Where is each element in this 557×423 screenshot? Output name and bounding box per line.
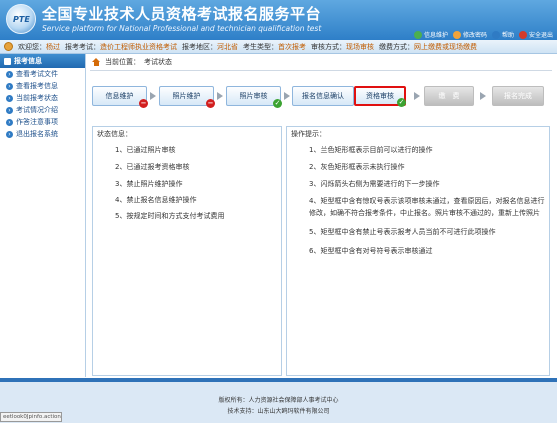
arrow-right-icon xyxy=(150,92,156,100)
status-line: 3、禁止照片维护操作 xyxy=(115,180,183,188)
status-line: 1、已通过照片审核 xyxy=(115,146,176,154)
sidebar-item-label: 查看报考信息 xyxy=(16,82,58,90)
arrow-circle-icon: › xyxy=(6,94,13,102)
footer: 版权所有：人力资源社会保障部人事考试中心 技术支持：山东山大鸥玛软件有限公司 xyxy=(0,382,557,423)
site-title: 全国专业技术人员资格考试报名服务平台 xyxy=(42,5,322,23)
breadcrumb: 当前位置： 考试状态 xyxy=(92,56,172,68)
step-label: 资格审核 xyxy=(366,92,394,100)
status-line: 5、按规定时间和方式支付考试费用 xyxy=(115,212,225,220)
info-review-method: 审核方式：现场审核 xyxy=(311,42,374,51)
progress-steps: 信息维护 − 照片维护 − 照片审核 ✓ 报名信息确认 资格审核 ✓ 缴 费 报… xyxy=(92,86,548,112)
site-subtitle: Service platform for National Profession… xyxy=(42,24,322,33)
sidebar-title-label: 报考信息 xyxy=(14,57,42,65)
status-panel: 状态信息： 1、已通过照片审核 2、已通过报考资格审核 3、禁止照片维护操作 4… xyxy=(92,126,282,376)
status-line: 4、禁止报名信息维护操作 xyxy=(115,196,197,204)
sidebar-item-label: 当前报考状态 xyxy=(16,94,58,102)
sidebar-item-label: 查看考试文件 xyxy=(16,70,58,78)
link-info-maintain[interactable]: 信息维护 xyxy=(413,30,448,39)
sidebar-item-exit-system[interactable]: › 退出报名系统 xyxy=(0,128,85,140)
link-logout-label: 安全退出 xyxy=(528,32,553,39)
status-panel-title: 状态信息： xyxy=(97,130,132,138)
tip-line: 4、矩型框中含有惊叹号表示该项审核未通过，查看原因后，对报名信息进行修改，如确不… xyxy=(309,197,545,217)
site-logo: PTE xyxy=(6,4,36,34)
sidebar: 报考信息 › 查看考试文件 › 查看报考信息 › 当前报考状态 › 考试情况介绍… xyxy=(0,54,86,377)
sidebar-item-label: 考试情况介绍 xyxy=(16,106,58,114)
step-qualification-review[interactable]: 资格审核 ✓ xyxy=(354,86,406,107)
arrow-right-icon xyxy=(217,92,223,100)
link-logout[interactable]: 安全退出 xyxy=(518,30,553,39)
tips-panel: 操作提示： 1、兰色矩形框表示目前可以进行的操作 2、灰色矩形框表示未执行操作 … xyxy=(286,126,550,376)
tip-line: 1、兰色矩形框表示目前可以进行的操作 xyxy=(309,146,433,154)
step-label: 信息维护 xyxy=(105,92,134,100)
step-info-maintain[interactable]: 信息维护 − xyxy=(92,86,148,108)
link-info-maintain-label: 信息维护 xyxy=(423,32,448,39)
tip-line: 5、矩型框中含有禁止号表示报考人员当前不可进行此项操作 xyxy=(309,228,496,236)
info-candidate-type: 考生类型：首次报考 xyxy=(243,42,306,51)
step-label: 缴 费 xyxy=(438,92,460,100)
info-welcome: 欢迎您：杨过 xyxy=(18,42,60,51)
link-change-password[interactable]: 修改密码 xyxy=(452,30,487,39)
forbidden-icon: − xyxy=(139,99,148,108)
arrow-right-icon xyxy=(480,92,486,100)
breadcrumb-prefix: 当前位置： xyxy=(105,58,140,66)
arrow-right-icon xyxy=(284,92,290,100)
user-info-bar: 欢迎您：杨过 报考考试：造价工程师执业资格考试 报考地区：河北省 考生类型：首次… xyxy=(0,40,557,54)
arrow-circle-icon: › xyxy=(6,130,13,138)
sidebar-item-label: 退出报名系统 xyxy=(16,130,58,138)
sidebar-item-exam-files[interactable]: › 查看考试文件 xyxy=(0,68,85,80)
tip-line: 6、矩型框中含有对号符号表示审核通过 xyxy=(309,247,433,255)
step-complete: 报名完成 xyxy=(492,86,544,106)
top-links: 信息维护 修改密码 帮助 安全退出 xyxy=(413,30,553,39)
link-help-label: 帮助 xyxy=(501,32,514,39)
tips-panel-title: 操作提示： xyxy=(291,130,326,138)
step-label: 照片维护 xyxy=(172,92,201,100)
arrow-circle-icon: › xyxy=(6,70,13,78)
step-label: 报名完成 xyxy=(504,92,532,100)
check-icon: ✓ xyxy=(273,99,282,108)
key-icon xyxy=(452,30,461,39)
footer-copyright: 版权所有：人力资源社会保障部人事考试中心 xyxy=(218,397,339,404)
sidebar-item-current-status[interactable]: › 当前报考状态 xyxy=(0,92,85,104)
logout-icon xyxy=(518,30,527,39)
arrow-circle-icon: › xyxy=(6,118,13,126)
footer-tech-support: 技术支持：山东山大鸥玛软件有限公司 xyxy=(227,408,330,415)
header-banner: PTE 全国专业技术人员资格考试报名服务平台 Service platform … xyxy=(0,0,557,40)
sidebar-title: 报考信息 xyxy=(0,54,85,68)
sidebar-item-label: 作答注意事项 xyxy=(16,118,58,126)
link-help[interactable]: 帮助 xyxy=(491,30,514,39)
arrow-circle-icon: › xyxy=(6,106,13,114)
info-exam: 报考考试：造价工程师执业资格考试 xyxy=(65,42,177,51)
sidebar-item-registration-info[interactable]: › 查看报考信息 xyxy=(0,80,85,92)
browser-status-bar: eetlook0Jpinfo.action xyxy=(0,412,62,422)
step-label: 报名信息确认 xyxy=(302,92,344,100)
sidebar-item-answer-notes[interactable]: › 作答注意事项 xyxy=(0,116,85,128)
info-region: 报考地区：河北省 xyxy=(182,42,238,51)
arrow-right-icon xyxy=(414,92,420,100)
check-icon: ✓ xyxy=(397,98,406,107)
home-icon xyxy=(92,58,101,66)
user-icon xyxy=(4,42,13,51)
tip-line: 3、闪烁箭头右侧为需要进行的下一步操作 xyxy=(309,180,440,188)
arrow-circle-icon: › xyxy=(6,82,13,90)
forbidden-icon: − xyxy=(206,99,215,108)
info-maintain-icon xyxy=(413,30,422,39)
breadcrumb-current: 考试状态 xyxy=(144,58,172,66)
link-change-password-label: 修改密码 xyxy=(462,32,487,39)
step-photo-review[interactable]: 照片审核 ✓ xyxy=(226,86,282,108)
list-icon xyxy=(4,57,11,65)
step-photo-maintain[interactable]: 照片维护 − xyxy=(159,86,215,108)
info-payment-method: 缴费方式：网上缴费或现场缴费 xyxy=(379,42,477,51)
step-confirm-info[interactable]: 报名信息确认 xyxy=(292,86,354,106)
tip-line: 2、灰色矩形框表示未执行操作 xyxy=(309,163,405,171)
status-line: 2、已通过报考资格审核 xyxy=(115,163,190,171)
divider xyxy=(90,70,552,71)
help-icon xyxy=(491,30,500,39)
step-payment: 缴 费 xyxy=(424,86,474,106)
logo-text: PTE xyxy=(13,15,30,24)
step-label: 照片审核 xyxy=(239,92,268,100)
sidebar-item-exam-intro[interactable]: › 考试情况介绍 xyxy=(0,104,85,116)
